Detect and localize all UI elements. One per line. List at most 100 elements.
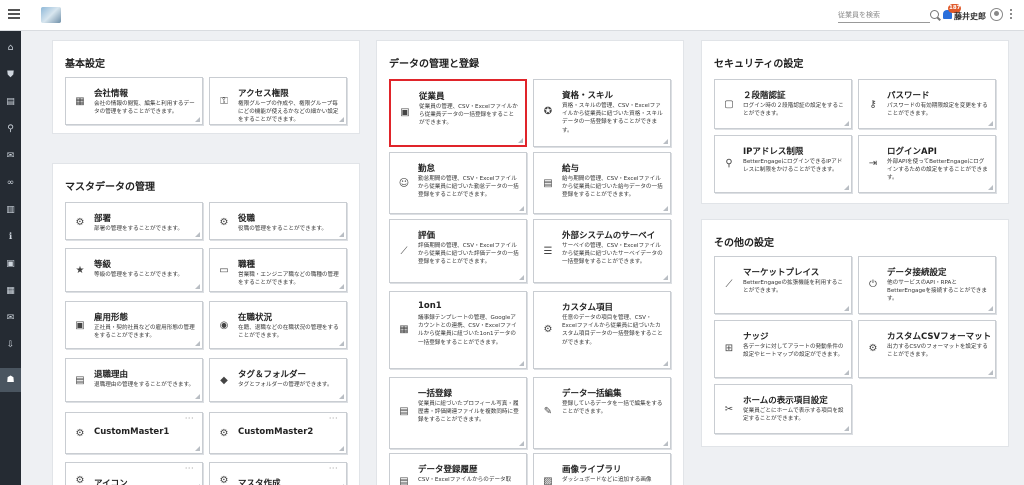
card-custom-csv-format[interactable]: ⚙ カスタムCSVフォーマット 出力するCSVのフォーマットを設定することができ… xyxy=(858,320,996,378)
company-logo[interactable] xyxy=(41,7,61,23)
sidebar-item-mail[interactable]: ✉ xyxy=(0,306,21,330)
card-external-survey[interactable]: ☰ 外部システムのサーベイ サーベイの管理、CSV・Excelファイルから従業員… xyxy=(533,219,671,283)
gears-icon: ⚙ xyxy=(75,428,85,439)
card-name: ２段階認証 xyxy=(743,91,786,101)
position-icon: ⚙ xyxy=(219,217,229,228)
card-nudge[interactable]: ⊞ ナッジ 各データに対してアラートの発動条件の設定やヒートマップの設定ができま… xyxy=(714,320,852,378)
card-employees[interactable]: ▣ 従業員 従業員の管理、CSV・Excelファイルから従業員データの一括登録を… xyxy=(389,79,527,147)
card-desc: ダッシュボードなどに追加する画像 xyxy=(562,477,652,483)
card-desc: 権限グループの作成や、権限グループ毎にどの機能が使えるかなどの細かい設定をするこ… xyxy=(238,101,339,124)
sidebar-item-documents[interactable]: ▤ xyxy=(0,90,21,114)
card-name: データ接続設定 xyxy=(887,268,947,278)
user-avatar-icon[interactable] xyxy=(990,8,1003,21)
sidebar-item-home[interactable]: ⌂ xyxy=(0,36,21,60)
home-icon: ⌂ xyxy=(7,43,14,53)
card-qualifications-skills[interactable]: ✪ 資格・スキル 資格・スキルの管理、CSV・Excelファイルから従業員に紐づ… xyxy=(533,79,671,147)
card-desc: BetterEngageの拡張機能を利用することができます。 xyxy=(743,280,843,295)
more-menu-icon[interactable] xyxy=(1010,9,1012,21)
card-1on1[interactable]: ▦ 1on1 議事録テンプレートの管理、Googleアカウントとの連携、CSV・… xyxy=(389,291,527,369)
card-image-library[interactable]: ▨ 画像ライブラリ ダッシュボードなどに追加する画像 xyxy=(533,453,671,485)
file-upload-icon: ▤ xyxy=(399,406,409,417)
sidebar-item-library[interactable]: ▦ xyxy=(0,279,21,303)
card-access-permissions[interactable]: ⚿ アクセス権限 権限グループの作成や、権限グループ毎にどの機能が使えるかなどの… xyxy=(209,77,347,125)
card-desc: 出力するCSVのフォーマットを設定することができます。 xyxy=(887,344,988,359)
search-icon[interactable] xyxy=(930,10,939,19)
card-evaluations[interactable]: ⟋ 評価 評価期間の管理、CSV・Excelファイルから従業員に紐づいた評価デー… xyxy=(389,219,527,283)
card-ip-restriction[interactable]: ⚲ IPアドレス制限 BetterEngageにログインできるIPアドレスに制限… xyxy=(714,135,852,193)
sidebar-item-info[interactable]: ℹ xyxy=(0,225,21,249)
card-departments[interactable]: ⚙ 部署 部署の管理をすることができます。 xyxy=(65,202,203,240)
sidebar-item-analytics[interactable]: ▥ xyxy=(0,198,21,222)
card-name: 会社情報 xyxy=(94,89,129,99)
card-desc: 任意のデータの項目を管理、CSV・Excelファイルから従業員に紐づいたカスタム… xyxy=(562,315,663,346)
meeting-icon: ▦ xyxy=(399,324,409,335)
card-custom-master-2[interactable]: ··· ⚙ CustomMaster2 xyxy=(209,412,347,454)
sidebar-item-chat[interactable]: ✉ xyxy=(0,144,21,168)
more-options-icon[interactable]: ··· xyxy=(329,464,338,473)
master-data-panel: マスタデータの管理 ⚙ 部署 部署の管理をすることができます。 ⚙ 役職 役職の… xyxy=(52,163,360,485)
card-custom-fields[interactable]: ⚙ カスタム項目 任意のデータの項目を管理、CSV・Excelファイルから従業員… xyxy=(533,291,671,369)
gears-icon: ⚙ xyxy=(868,343,878,354)
card-icons[interactable]: ··· ⚙ アイコン xyxy=(65,462,203,485)
card-tags-folders[interactable]: ◆ タグ＆フォルダー タグとフォルダーの管理ができます。 xyxy=(209,358,347,402)
info-icon: ℹ xyxy=(8,232,13,242)
more-options-icon[interactable]: ··· xyxy=(329,414,338,423)
card-grades[interactable]: ★ 等級 等級の管理をすることができます。 xyxy=(65,248,203,292)
card-password[interactable]: ⚷ パスワード パスワードの有効期限設定を変更をすることができます。 xyxy=(858,79,996,129)
section-title-security: セキュリティの設定 xyxy=(714,59,804,70)
users-settings-icon: ☗ xyxy=(6,375,15,385)
basic-settings-panel: 基本設定 ▦ 会社情報 会社の情報の閲覧、編集と利用するデータの管理をすることが… xyxy=(52,40,360,134)
hamburger-menu-icon[interactable] xyxy=(8,9,20,19)
card-desc: 外部APIを使ってBetterEngageにログインするための設定をすることがで… xyxy=(887,159,988,182)
sidebar-item-settings[interactable]: ☗ xyxy=(0,368,21,392)
card-resignation-reasons[interactable]: ▤ 退職理由 退職理由の管理をすることができます。 xyxy=(65,358,203,402)
card-bulk-edit[interactable]: ✎ データ一括編集 登録しているデータを一括で編集をすることができます。 xyxy=(533,377,671,449)
gears-icon: ⚙ xyxy=(75,475,85,485)
card-registration-history[interactable]: ▤ データ登録履歴 CSV・Excelファイルからのデータ取 xyxy=(389,453,527,485)
sidebar-item-download[interactable]: ⇩ xyxy=(0,333,21,357)
card-name: ナッジ xyxy=(743,332,769,342)
top-bar: 187 藤井史郎 xyxy=(0,0,1024,31)
sidebar-item-search[interactable]: ⚲ xyxy=(0,117,21,141)
sidebar-item-organization[interactable]: ⛊ xyxy=(0,63,21,87)
card-two-factor-auth[interactable]: ▢ ２段階認証 ログイン時の２段階認証の設定をすることができます。 xyxy=(714,79,852,129)
sidebar-item-profiles[interactable]: ▣ xyxy=(0,252,21,276)
card-name: 外部システムのサーベイ xyxy=(562,231,656,241)
card-job-types[interactable]: ▭ 職種 営業職・エンジニア職などの職種の管理をすることができます。 xyxy=(209,248,347,292)
card-positions[interactable]: ⚙ 役職 役職の管理をすることができます。 xyxy=(209,202,347,240)
user-name[interactable]: 藤井史郎 xyxy=(954,11,986,22)
security-panel: セキュリティの設定 ▢ ２段階認証 ログイン時の２段階認証の設定をすることができ… xyxy=(701,40,1009,204)
sidebar-item-link[interactable]: ∞ xyxy=(0,171,21,195)
card-bulk-register[interactable]: ▤ 一括登録 従業員に紐づいたプロフィール写真・履歴書・評価関連ファイルを複数同… xyxy=(389,377,527,449)
card-employment-types[interactable]: ▣ 雇用形態 正社員・契約社員などの雇用形態の管理をすることができます。 xyxy=(65,301,203,349)
card-custom-master-1[interactable]: ··· ⚙ CustomMaster1 xyxy=(65,412,203,454)
book-icon: ▦ xyxy=(6,286,15,296)
card-create-master[interactable]: ··· ⚙ マスタ作成 xyxy=(209,462,347,485)
card-name: タグ＆フォルダー xyxy=(238,370,307,380)
building-icon: ▦ xyxy=(75,96,85,107)
document-icon: ▤ xyxy=(6,97,15,107)
two-factor-icon: ▢ xyxy=(724,99,734,110)
card-payroll[interactable]: ▤ 給与 給与期間の管理、CSV・Excelファイルから従業員に紐づいた給与デー… xyxy=(533,152,671,214)
card-desc: 勤怠期間の管理、CSV・Excelファイルから従業員に紐づいた勤怠データの一括登… xyxy=(418,176,519,199)
card-employment-status[interactable]: ◉ 在職状況 在籍、退職などの在職状況の管理をすることができます。 xyxy=(209,301,347,349)
key-icon: ⚷ xyxy=(869,99,877,110)
card-name: パスワード xyxy=(887,91,930,101)
employee-card-icon: ▣ xyxy=(75,320,85,331)
employee-search-input[interactable] xyxy=(838,8,930,23)
card-name: カスタム項目 xyxy=(562,303,614,313)
card-name: 従業員 xyxy=(419,92,445,102)
card-home-display-settings[interactable]: ✂ ホームの表示項目設定 従業員ごとにホームで表示する項目を設定することができま… xyxy=(714,384,852,434)
card-attendance[interactable]: ☺ 勤怠 勤怠期間の管理、CSV・Excelファイルから従業員に紐づいた勤怠デー… xyxy=(389,152,527,214)
card-marketplace[interactable]: ⟋ マーケットプレイス BetterEngageの拡張機能を利用することができま… xyxy=(714,256,852,314)
card-desc: 給与期間の管理、CSV・Excelファイルから従業員に紐づいた給与データの一括登… xyxy=(562,176,663,199)
more-options-icon[interactable]: ··· xyxy=(185,414,194,423)
card-data-connection[interactable]: ⏻ データ接続設定 他のサービスのAPI・RPAとBetterEngageを接続… xyxy=(858,256,996,314)
card-name: 資格・スキル xyxy=(562,91,614,101)
card-desc: 議事録テンプレートの管理、Googleアカウントとの連携、CSV・Excelファ… xyxy=(418,315,517,346)
card-desc: 役職の管理をすることができます。 xyxy=(238,226,327,232)
more-options-icon[interactable]: ··· xyxy=(185,464,194,473)
lock-icon: ⚿ xyxy=(220,96,228,107)
card-company-info[interactable]: ▦ 会社情報 会社の情報の閲覧、編集と利用するデータの管理をすることができます。 xyxy=(65,77,203,125)
card-login-api[interactable]: ⇥ ログインAPI 外部APIを使ってBetterEngageにログインするため… xyxy=(858,135,996,193)
